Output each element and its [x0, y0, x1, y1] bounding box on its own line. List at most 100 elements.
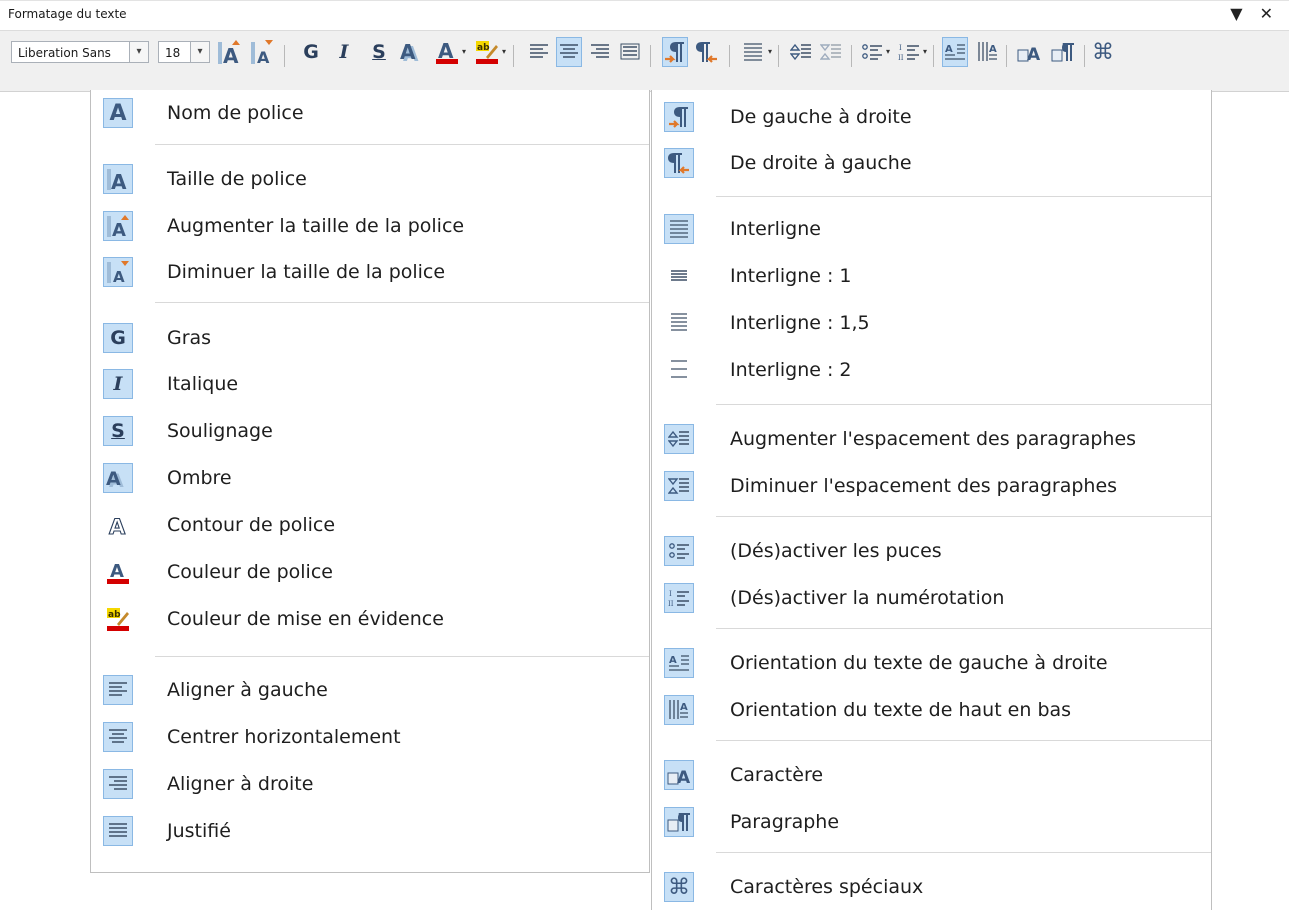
- line-spacing-2-icon: [664, 355, 694, 385]
- menu-item-highlight-color[interactable]: ab Couleur de mise en évidence: [91, 596, 649, 642]
- menu-item-shrink-font[interactable]: A Diminuer la taille de la police: [91, 249, 649, 295]
- menu-item-text-direction-ttb[interactable]: A Orientation du texte de haut en bas: [652, 687, 1211, 733]
- svg-text:A: A: [109, 515, 126, 537]
- decrease-paragraph-spacing-icon[interactable]: [818, 37, 844, 67]
- menu-item-line-spacing-2[interactable]: Interligne : 2: [652, 347, 1211, 393]
- outline-font-icon: A: [103, 510, 133, 540]
- shrink-font-icon[interactable]: A: [249, 37, 275, 67]
- text-direction-ttb-icon[interactable]: A: [975, 37, 1001, 67]
- line-spacing-icon[interactable]: [740, 37, 766, 67]
- font-color-icon: A: [103, 557, 133, 587]
- underline-button[interactable]: S: [366, 37, 392, 67]
- menu-item-label: Centrer horizontalement: [167, 726, 401, 748]
- bullets-dropdown-icon[interactable]: ▾: [886, 47, 890, 56]
- menu-item-font-size[interactable]: A Taille de police: [91, 156, 649, 202]
- line-spacing-icon: [664, 214, 694, 244]
- font-color-dropdown-icon[interactable]: ▾: [462, 47, 466, 56]
- grow-font-icon: A: [103, 211, 133, 241]
- character-dialog-icon: A: [664, 760, 694, 790]
- menu-separator: [716, 628, 1211, 629]
- menu-item-character[interactable]: A Caractère: [652, 752, 1211, 798]
- menu-item-justify[interactable]: Justifié: [91, 808, 649, 854]
- grow-font-icon[interactable]: A: [216, 37, 242, 67]
- menu-item-grow-font[interactable]: A Augmenter la taille de la police: [91, 203, 649, 249]
- menu-item-numbering[interactable]: I II (Dés)activer la numérotation: [652, 575, 1211, 621]
- svg-text:A: A: [112, 220, 126, 238]
- svg-text:II: II: [668, 600, 674, 608]
- menu-item-align-left[interactable]: Aligner à gauche: [91, 667, 649, 713]
- menu-item-align-center[interactable]: Centrer horizontalement: [91, 714, 649, 760]
- align-right-icon: [103, 769, 133, 799]
- right-dropdown-menu: De gauche à droite De droite à gauche In…: [651, 90, 1212, 910]
- toolbar-separator: [729, 45, 730, 67]
- menu-item-label: De droite à gauche: [730, 152, 912, 174]
- svg-text:I: I: [669, 590, 672, 598]
- menu-item-italic[interactable]: I Italique: [91, 361, 649, 407]
- highlight-color-icon: ab: [103, 604, 133, 634]
- numbering-icon[interactable]: I II: [896, 37, 922, 67]
- bold-button[interactable]: G: [298, 37, 324, 67]
- menu-item-text-direction-ltr[interactable]: A Orientation du texte de gauche à droit…: [652, 640, 1211, 686]
- chevron-down-icon[interactable]: ▾: [129, 42, 148, 62]
- align-center-icon[interactable]: [556, 37, 582, 67]
- menu-item-special-characters[interactable]: ⌘ Caractères spéciaux: [652, 864, 1211, 910]
- character-dialog-icon[interactable]: A: [1016, 37, 1042, 67]
- line-spacing-dropdown-icon[interactable]: ▾: [768, 47, 772, 56]
- menu-item-line-spacing-1[interactable]: Interligne : 1: [652, 253, 1211, 299]
- bullets-icon[interactable]: [859, 37, 885, 67]
- menu-item-decrease-paragraph-spacing[interactable]: Diminuer l'espacement des paragraphes: [652, 463, 1211, 509]
- justify-icon[interactable]: [617, 37, 643, 67]
- menu-separator: [716, 852, 1211, 853]
- font-name-value: Liberation Sans: [18, 46, 111, 60]
- menu-item-font-name[interactable]: A Nom de police: [91, 90, 649, 136]
- toolbar-separator: [650, 45, 651, 67]
- special-characters-icon[interactable]: ⌘: [1090, 37, 1116, 67]
- highlight-color-icon[interactable]: ab: [474, 37, 500, 67]
- numbering-dropdown-icon[interactable]: ▾: [923, 47, 927, 56]
- svg-text:A: A: [257, 48, 270, 65]
- menu-item-increase-paragraph-spacing[interactable]: Augmenter l'espacement des paragraphes: [652, 416, 1211, 462]
- menu-item-font-color[interactable]: A Couleur de police: [91, 549, 649, 595]
- chevron-down-icon[interactable]: ▾: [190, 42, 209, 62]
- text-direction-ltr-icon[interactable]: A: [942, 37, 968, 67]
- menu-item-rtl[interactable]: De droite à gauche: [652, 140, 1211, 186]
- svg-text:A: A: [400, 40, 416, 64]
- menu-item-label: Augmenter l'espacement des paragraphes: [730, 428, 1137, 450]
- menu-item-paragraph[interactable]: Paragraphe: [652, 799, 1211, 845]
- menu-item-bullets[interactable]: (Dés)activer les puces: [652, 528, 1211, 574]
- menu-item-label: (Dés)activer les puces: [730, 540, 942, 562]
- menu-item-line-spacing-15[interactable]: Interligne : 1,5: [652, 300, 1211, 346]
- font-name-combo[interactable]: Liberation Sans ▾: [11, 41, 149, 63]
- rtl-paragraph-icon[interactable]: [694, 37, 720, 67]
- ltr-paragraph-icon[interactable]: [662, 37, 688, 67]
- menu-item-label: Caractère: [730, 764, 824, 786]
- italic-button[interactable]: I: [331, 37, 357, 67]
- toolbar-window-controls[interactable]: ▼ ✕: [1230, 4, 1279, 23]
- menu-item-shadow[interactable]: AA Ombre: [91, 455, 649, 501]
- menu-item-align-right[interactable]: Aligner à droite: [91, 761, 649, 807]
- shadow-icon[interactable]: AA: [400, 37, 426, 67]
- ltr-paragraph-icon: [664, 102, 694, 132]
- align-left-icon[interactable]: [526, 37, 552, 67]
- increase-paragraph-spacing-icon[interactable]: [788, 37, 814, 67]
- menu-item-label: Interligne: [730, 218, 821, 240]
- menu-item-ltr[interactable]: De gauche à droite: [652, 94, 1211, 140]
- menu-item-line-spacing[interactable]: Interligne: [652, 206, 1211, 252]
- svg-text:A: A: [945, 44, 953, 55]
- toolbar-title: Formatage du texte: [8, 7, 127, 21]
- bold-glyph: G: [110, 327, 126, 349]
- paragraph-dialog-icon[interactable]: [1050, 37, 1076, 67]
- menu-item-underline[interactable]: S Soulignage: [91, 408, 649, 454]
- highlight-dropdown-icon[interactable]: ▾: [502, 47, 506, 56]
- menu-item-outline-font[interactable]: A Contour de police: [91, 502, 649, 548]
- menu-item-bold[interactable]: G Gras: [91, 315, 649, 361]
- menu-item-label: Gras: [167, 327, 212, 349]
- menu-item-label: Couleur de mise en évidence: [167, 608, 444, 630]
- menu-separator: [155, 144, 649, 145]
- svg-text:A: A: [680, 702, 688, 713]
- align-right-icon[interactable]: [587, 37, 613, 67]
- font-color-icon[interactable]: A: [434, 37, 460, 67]
- svg-text:A: A: [106, 468, 121, 490]
- font-size-combo[interactable]: 18 ▾: [158, 41, 210, 63]
- special-characters-icon: ⌘: [664, 872, 694, 902]
